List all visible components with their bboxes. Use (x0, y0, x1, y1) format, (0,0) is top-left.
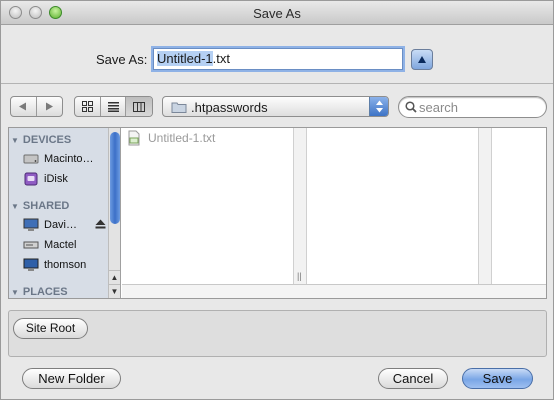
title-bar[interactable]: Save As (1, 1, 553, 25)
list-view-icon (107, 101, 119, 112)
computer-icon (23, 218, 39, 231)
scrollbar-thumb[interactable] (110, 132, 120, 224)
server-icon (23, 241, 39, 249)
dw-document-icon (128, 130, 140, 146)
column-divider[interactable]: || (293, 128, 307, 284)
disclosure-triangle-icon: ▼ (11, 136, 19, 145)
folder-icon (171, 102, 187, 113)
triangle-up-icon (418, 56, 426, 63)
filename-selected-text: Untitled-1 (157, 51, 213, 66)
forward-arrow-icon (46, 102, 54, 111)
column-view-button[interactable] (126, 97, 152, 116)
sidebar-item-thomson[interactable]: thomson (23, 256, 109, 274)
location-popup[interactable]: .htpasswords (162, 96, 389, 117)
disclosure-triangle-icon: ▼ (11, 202, 19, 211)
sidebar-section-devices[interactable]: ▼ DEVICES (9, 134, 71, 146)
file-browser: ▼ DEVICES Macinto… iDisk ▼ SHARED Davi… … (8, 127, 547, 299)
sidebar-section-shared[interactable]: ▼ SHARED (9, 200, 69, 212)
scroll-down-arrow-icon[interactable]: ▼ (109, 284, 120, 297)
save-as-label: Save As: (96, 52, 148, 67)
search-icon (405, 101, 417, 113)
sidebar-item-label: thomson (44, 259, 87, 271)
list-view-button[interactable] (101, 97, 127, 116)
cancel-button[interactable]: Cancel (378, 368, 448, 389)
sidebar-item-mactel[interactable]: Mactel (23, 236, 109, 254)
save-button[interactable]: Save (462, 368, 533, 389)
popup-arrows (369, 97, 388, 116)
collapse-dialog-button[interactable] (411, 49, 433, 70)
browser-column (492, 128, 546, 284)
divider (1, 83, 553, 84)
sidebar-section-title: DEVICES (22, 134, 72, 146)
back-button[interactable] (11, 97, 37, 116)
computer-icon (23, 258, 39, 271)
browser-column (307, 128, 479, 284)
eject-icon[interactable] (95, 219, 106, 229)
location-label: .htpasswords (191, 100, 268, 115)
filename-extension: .txt (212, 51, 230, 66)
horizontal-scrollbar[interactable] (122, 284, 546, 298)
file-name: Untitled-1.txt (148, 131, 216, 145)
scroll-up-arrow-icon[interactable]: ▲ (109, 270, 120, 283)
sidebar-item-label: iDisk (44, 173, 68, 185)
forward-button[interactable] (37, 97, 62, 116)
icon-view-button[interactable] (75, 97, 101, 116)
column-divider[interactable] (478, 128, 492, 284)
search-field[interactable]: search (398, 96, 547, 118)
updown-arrows-icon (376, 100, 383, 113)
sidebar-section-title: SHARED (22, 200, 70, 212)
sidebar-item-label: Davi… (44, 219, 78, 231)
save-as-dialog: Save As Save As: Untitled-1.txt .htpassw… (0, 0, 554, 400)
view-mode-control (74, 96, 153, 117)
sidebar-section-title: PLACES (22, 286, 68, 298)
sidebar-scrollbar[interactable]: ▲ ▼ (108, 128, 120, 298)
sidebar-section-places[interactable]: ▼ PLACES (9, 286, 68, 298)
back-arrow-icon (19, 102, 27, 111)
history-nav-control (10, 96, 63, 117)
resize-grip-icon[interactable]: || (297, 271, 302, 281)
sidebar-item-idisk[interactable]: iDisk (23, 170, 109, 188)
sidebar-item-label: Macinto… (44, 153, 94, 165)
new-folder-button[interactable]: New Folder (22, 368, 121, 389)
window-title: Save As (253, 6, 301, 21)
disclosure-triangle-icon: ▼ (11, 288, 19, 297)
sidebar: ▼ DEVICES Macinto… iDisk ▼ SHARED Davi… … (9, 128, 121, 298)
sidebar-item-label: Mactel (44, 239, 77, 251)
sidebar-item-davi[interactable]: Davi… (23, 216, 109, 234)
idisk-icon (24, 172, 38, 186)
hard-drive-icon (23, 154, 39, 164)
browser-column: Untitled-1.txt (122, 128, 294, 284)
sidebar-item-macintosh-hd[interactable]: Macinto… (23, 150, 109, 168)
filename-input[interactable]: Untitled-1.txt (153, 48, 403, 70)
accessory-panel (8, 310, 547, 357)
search-placeholder: search (419, 100, 459, 115)
file-item[interactable]: Untitled-1.txt (126, 130, 215, 146)
icon-view-icon (81, 101, 93, 112)
column-view-icon (133, 101, 146, 112)
site-root-button[interactable]: Site Root (13, 318, 88, 339)
